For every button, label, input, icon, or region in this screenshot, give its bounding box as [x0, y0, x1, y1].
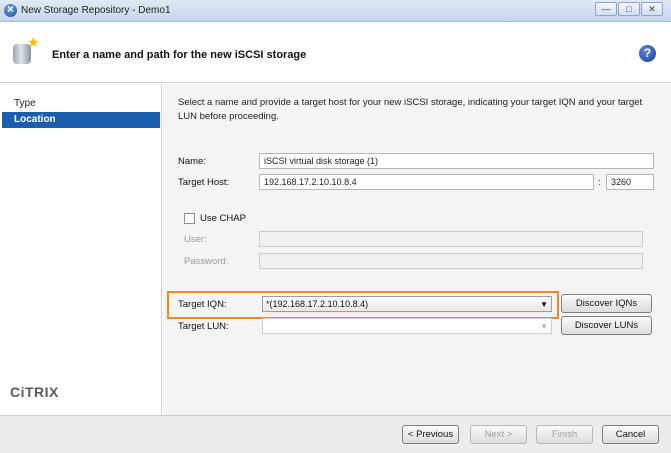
- use-chap-label: Use CHAP: [200, 213, 246, 224]
- wizard-header: ★ Enter a name and path for the new iSCS…: [0, 23, 671, 83]
- name-label: Name:: [178, 156, 206, 167]
- target-lun-label: Target LUN:: [178, 321, 229, 332]
- minimize-button[interactable]: —: [595, 2, 617, 16]
- next-button[interactable]: Next >: [470, 425, 527, 444]
- wizard-steps-sidebar: Type Location CiTRIX: [0, 84, 162, 415]
- maximize-button[interactable]: □: [618, 2, 640, 16]
- target-lun-dropdown[interactable]: ▼: [262, 318, 552, 334]
- previous-button[interactable]: < Previous: [402, 425, 459, 444]
- target-host-input[interactable]: 192.168.17.2.10.10.8.4: [259, 174, 594, 190]
- target-iqn-dropdown[interactable]: *(192.168.17.2.10.10.8.4) ▼: [262, 296, 552, 312]
- target-port-input[interactable]: 3260: [606, 174, 654, 190]
- chevron-down-icon: ▼: [540, 322, 548, 331]
- chap-password-label: Password:: [184, 256, 229, 267]
- wizard-title: Enter a name and path for the new iSCSI …: [52, 49, 307, 61]
- chap-password-input[interactable]: [259, 253, 643, 269]
- close-button[interactable]: ✕: [641, 2, 663, 16]
- name-input[interactable]: iSCSI virtual disk storage (1): [259, 153, 654, 169]
- discover-luns-button[interactable]: Discover LUNs: [561, 316, 652, 335]
- target-iqn-label: Target IQN:: [178, 299, 227, 310]
- chap-user-input[interactable]: [259, 231, 643, 247]
- cancel-button[interactable]: Cancel: [602, 425, 659, 444]
- sidebar-item-type[interactable]: Type: [2, 96, 160, 112]
- chap-user-label: User:: [184, 234, 207, 245]
- citrix-logo: CiTRIX: [10, 384, 59, 400]
- window-title: New Storage Repository - Demo1: [21, 5, 171, 16]
- target-iqn-value: *(192.168.17.2.10.10.8.4): [266, 299, 369, 309]
- chevron-down-icon: ▼: [540, 300, 548, 309]
- location-panel: Select a name and provide a target host …: [163, 84, 671, 415]
- wizard-footer: < Previous Next > Finish Cancel: [0, 415, 671, 453]
- sidebar-item-location[interactable]: Location: [2, 112, 160, 128]
- target-host-label: Target Host:: [178, 177, 230, 188]
- port-separator: :: [598, 177, 601, 188]
- use-chap-checkbox[interactable]: [184, 213, 195, 224]
- finish-button[interactable]: Finish: [536, 425, 593, 444]
- help-icon[interactable]: ?: [639, 45, 656, 62]
- storage-add-icon: ★: [13, 34, 40, 64]
- xencenter-app-icon: [4, 2, 17, 17]
- window-title-bar: New Storage Repository - Demo1 — □ ✕: [0, 0, 671, 22]
- discover-iqns-button[interactable]: Discover IQNs: [561, 294, 652, 313]
- step-description: Select a name and provide a target host …: [178, 97, 643, 122]
